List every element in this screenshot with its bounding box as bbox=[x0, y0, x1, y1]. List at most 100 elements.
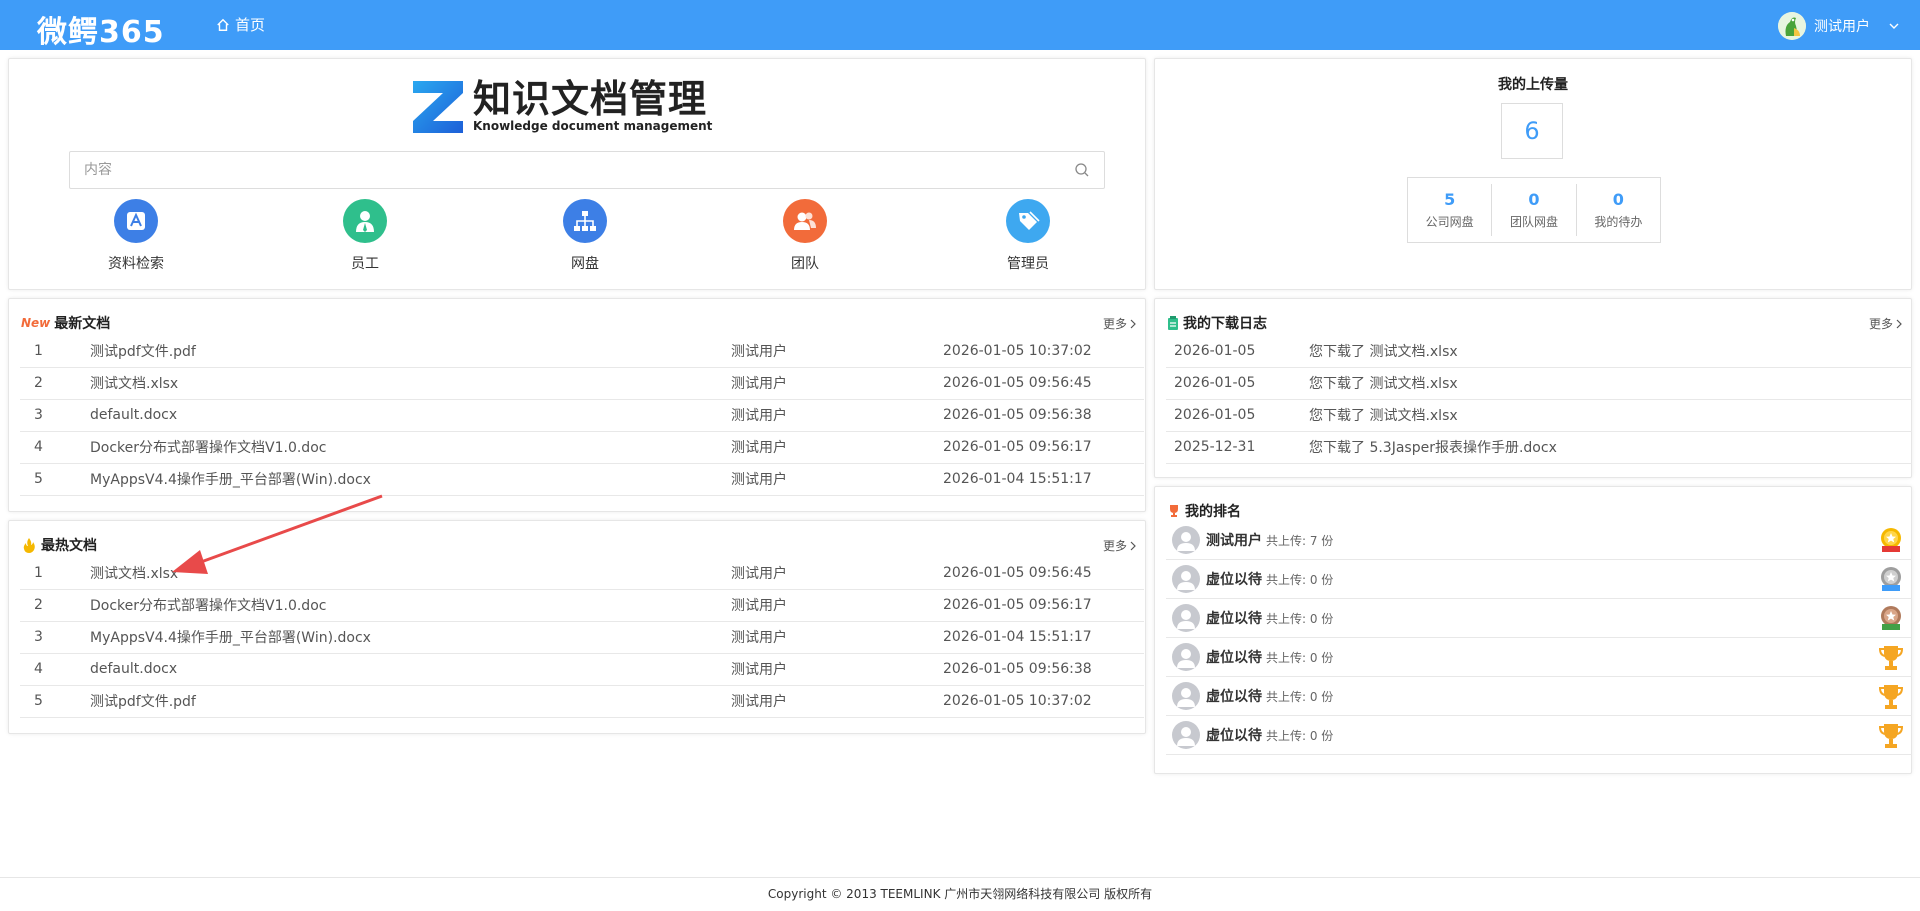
rank-upload-count: 共上传: 0 份 bbox=[1266, 572, 1334, 587]
log-row: 2026-01-05 您下载了 测试文档.xlsx bbox=[1166, 335, 1912, 367]
home-icon bbox=[217, 18, 229, 31]
stat-company-drive[interactable]: 5 公司网盘 bbox=[1408, 184, 1493, 236]
stat-label: 我的待办 bbox=[1594, 215, 1643, 229]
table-row[interactable]: 3 MyAppsV4.4操作手册_平台部署(Win).docx 测试用户 2026-0… bbox=[20, 621, 1144, 653]
user-menu[interactable]: 测试用户 bbox=[1778, 12, 1900, 40]
latest-docs-card: New 最新文档 更多 1 测试pdf文件.pdf 测试用户 2026-01-05 1… bbox=[8, 298, 1146, 512]
crocodile-avatar-icon bbox=[1778, 12, 1806, 40]
table-row[interactable]: 4 default.docx 测试用户 2026-01-05 09:56:38 bbox=[20, 653, 1144, 685]
row-index: 3 bbox=[34, 407, 43, 423]
brand-logo[interactable]: 微鳄365 bbox=[37, 7, 165, 51]
ranking-row: 虚位以待 共上传: 0 份 bbox=[1166, 638, 1912, 677]
upload-breakdown: 5 公司网盘 0 团队网盘 0 我的待办 bbox=[1407, 177, 1661, 243]
doc-time: 2026-01-05 09:56:38 bbox=[943, 661, 1092, 677]
trophy-icon bbox=[1876, 682, 1906, 712]
quick-link-team[interactable]: 团队 bbox=[750, 199, 860, 273]
table-row[interactable]: 2 Docker分布式部署操作文档V1.0.doc 测试用户 2026-01-05 0… bbox=[20, 589, 1144, 621]
ranking-header: 我的排名 bbox=[1167, 501, 1241, 521]
download-log-more-link[interactable]: 更多 bbox=[1869, 315, 1903, 332]
hot-docs-more-link[interactable]: 更多 bbox=[1103, 537, 1137, 554]
quick-link-admin[interactable]: 管理员 bbox=[973, 199, 1083, 273]
log-text[interactable]: 您下载了 测试文档.xlsx bbox=[1309, 399, 1912, 431]
rank-user-name: 虚位以待 bbox=[1206, 728, 1262, 744]
doc-name-link[interactable]: 测试pdf文件.pdf bbox=[90, 685, 731, 717]
new-badge-icon: New bbox=[21, 316, 51, 330]
doc-name-link[interactable]: Docker分布式部署操作文档V1.0.doc bbox=[90, 431, 731, 463]
user-placeholder-icon bbox=[1177, 688, 1195, 707]
user-placeholder-icon bbox=[1177, 649, 1195, 668]
doc-name-link[interactable]: default.docx bbox=[90, 653, 731, 685]
quick-link-label: 网盘 bbox=[571, 256, 599, 272]
annotation-arrow bbox=[172, 494, 383, 574]
avatar bbox=[1172, 721, 1200, 749]
silver-medal-icon bbox=[1876, 565, 1906, 595]
search-icon[interactable] bbox=[1074, 162, 1090, 178]
doc-uploader: 测试用户 bbox=[731, 408, 787, 424]
rank-upload-count: 共上传: 0 份 bbox=[1266, 650, 1334, 665]
log-date: 2026-01-05 bbox=[1174, 375, 1256, 391]
doc-time: 2026-01-05 09:56:38 bbox=[943, 407, 1092, 423]
download-log-table: 2026-01-05 您下载了 测试文档.xlsx 2026-01-05 您下载了 … bbox=[1166, 335, 1912, 464]
doc-name-link[interactable]: MyAppsV4.4操作手册_平台部署(Win).docx bbox=[90, 621, 731, 653]
row-index: 2 bbox=[34, 597, 43, 613]
rank-upload-count: 共上传: 7 份 bbox=[1266, 533, 1334, 548]
employee-icon bbox=[356, 211, 374, 232]
table-row[interactable]: 4 Docker分布式部署操作文档V1.0.doc 测试用户 2026-01-05 0… bbox=[20, 431, 1144, 463]
nav-home-link[interactable]: 首页 bbox=[216, 14, 265, 35]
doc-uploader: 测试用户 bbox=[731, 376, 787, 392]
latest-docs-more-link[interactable]: 更多 bbox=[1103, 315, 1137, 332]
stat-my-todo[interactable]: 0 我的待办 bbox=[1577, 184, 1660, 236]
quick-link-search-docs[interactable]: 资料检索 bbox=[81, 199, 191, 273]
log-text[interactable]: 您下载了 测试文档.xlsx bbox=[1309, 367, 1912, 399]
rank-upload-count: 共上传: 0 份 bbox=[1266, 728, 1334, 743]
doc-time: 2026-01-05 10:37:02 bbox=[943, 693, 1092, 709]
rank-user-name: 虚位以待 bbox=[1206, 689, 1262, 705]
user-placeholder-icon bbox=[1177, 727, 1195, 746]
row-index: 4 bbox=[34, 661, 43, 677]
doc-name-link[interactable]: 测试pdf文件.pdf bbox=[90, 335, 731, 367]
table-row[interactable]: 1 测试pdf文件.pdf 测试用户 2026-01-05 10:37:02 bbox=[20, 335, 1144, 367]
latest-docs-title: 最新文档 bbox=[54, 316, 111, 332]
hot-docs-title: 最热文档 bbox=[41, 538, 97, 554]
table-row[interactable]: 3 default.docx 测试用户 2026-01-05 09:56:38 bbox=[20, 399, 1144, 431]
log-date: 2026-01-05 bbox=[1174, 342, 1256, 359]
gold-medal-icon bbox=[1876, 526, 1906, 556]
avatar bbox=[1172, 643, 1200, 671]
quick-link-employee[interactable]: 员工 bbox=[310, 199, 420, 273]
search-input[interactable] bbox=[70, 152, 1058, 188]
log-text[interactable]: 您下载了 测试文档.xlsx bbox=[1309, 335, 1912, 367]
doc-uploader: 测试用户 bbox=[731, 694, 787, 710]
chevron-right-icon bbox=[1130, 541, 1136, 550]
quick-link-label: 团队 bbox=[791, 256, 819, 272]
more-label: 更多 bbox=[1102, 539, 1127, 553]
log-text[interactable]: 您下载了 5.3Jasper报表操作手册.docx bbox=[1309, 431, 1912, 463]
log-row: 2026-01-05 您下载了 测试文档.xlsx bbox=[1166, 367, 1912, 399]
row-index: 2 bbox=[34, 375, 43, 391]
product-logo: 知识文档管理 Knowledge document management bbox=[409, 77, 712, 135]
table-row[interactable]: 2 测试文档.xlsx 测试用户 2026-01-05 09:56:45 bbox=[20, 367, 1144, 399]
ranking-row: 虚位以待 共上传: 0 份 bbox=[1166, 677, 1912, 716]
log-row: 2026-01-05 您下载了 测试文档.xlsx bbox=[1166, 399, 1912, 431]
doc-name-link[interactable]: default.docx bbox=[90, 399, 731, 431]
stat-team-drive[interactable]: 0 团队网盘 bbox=[1492, 184, 1577, 236]
doc-name-link[interactable]: Docker分布式部署操作文档V1.0.doc bbox=[90, 589, 731, 621]
chevron-right-icon bbox=[1896, 319, 1902, 328]
doc-time: 2026-01-05 09:56:17 bbox=[943, 439, 1092, 455]
download-log-card: 我的下载日志 更多 2026-01-05 您下载了 测试文档.xlsx 2026-… bbox=[1154, 298, 1912, 478]
trophy-icon bbox=[1876, 721, 1906, 751]
doc-name-link[interactable]: 测试文档.xlsx bbox=[90, 367, 731, 399]
doc-time: 2026-01-05 09:56:45 bbox=[943, 375, 1092, 391]
nav-home-label: 首页 bbox=[235, 16, 266, 34]
user-placeholder-icon bbox=[1177, 610, 1195, 629]
ranking-row: 虚位以待 共上传: 0 份 bbox=[1166, 716, 1912, 755]
doc-time: 2026-01-05 09:56:17 bbox=[943, 597, 1092, 613]
ranking-row: 虚位以待 共上传: 0 份 bbox=[1166, 560, 1912, 599]
doc-uploader: 测试用户 bbox=[731, 472, 787, 488]
quick-link-network-drive[interactable]: 网盘 bbox=[530, 199, 640, 273]
doc-uploader: 测试用户 bbox=[731, 343, 787, 360]
table-row[interactable]: 5 测试pdf文件.pdf 测试用户 2026-01-05 10:37:02 bbox=[20, 685, 1144, 717]
doc-time: 2026-01-04 15:51:17 bbox=[943, 471, 1092, 487]
doc-time: 2026-01-04 15:51:17 bbox=[943, 629, 1092, 645]
hot-docs-table: 1 测试文档.xlsx 测试用户 2026-01-05 09:56:45 2 Docke… bbox=[20, 557, 1144, 718]
ranking-title: 我的排名 bbox=[1185, 504, 1241, 520]
